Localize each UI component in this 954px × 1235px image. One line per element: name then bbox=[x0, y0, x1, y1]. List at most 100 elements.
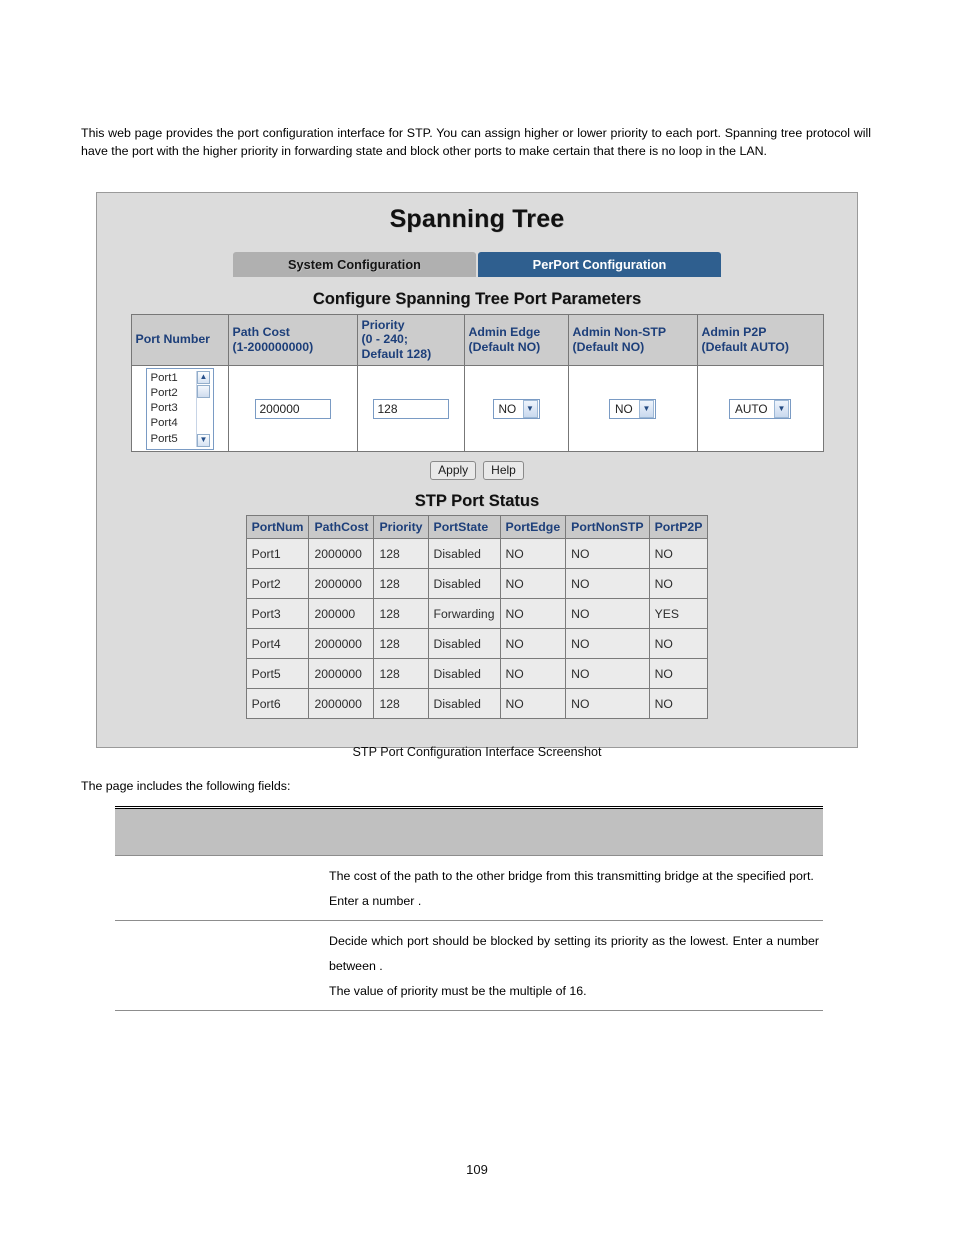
status-col-pathcost: PathCost bbox=[308, 515, 375, 540]
cell-priority: 128 bbox=[373, 628, 429, 660]
config-table-input-row: Port1 Port2 Port3 Port4 Port5 ▲ ▼ 200000… bbox=[130, 365, 824, 453]
cell-portp2p: NO bbox=[648, 628, 709, 660]
description-line: Decide which port should be blocked by s… bbox=[329, 934, 819, 973]
cell-priority: 128 bbox=[373, 568, 429, 600]
cell-portstate: Disabled bbox=[427, 568, 501, 600]
status-table-wrapper: PortNum PathCost Priority PortState Port… bbox=[97, 515, 857, 720]
help-button[interactable]: Help bbox=[483, 461, 524, 481]
chevron-down-icon[interactable]: ▼ bbox=[639, 399, 654, 418]
screenshot-figure: Spanning Tree System Configuration PerPo… bbox=[96, 192, 858, 748]
description-body: The cost of the path to the other bridge… bbox=[325, 855, 823, 921]
cell-portnonstp: NO bbox=[565, 658, 650, 690]
description-line: The value of priority must be the multip… bbox=[329, 984, 587, 998]
scroll-down-icon[interactable]: ▼ bbox=[197, 433, 210, 447]
description-row-path-cost: The cost of the path to the other bridge… bbox=[115, 855, 823, 921]
admin-non-stp-select[interactable]: NO ▼ bbox=[609, 398, 656, 419]
intro-paragraph: This web page provides the port configur… bbox=[81, 126, 871, 159]
cell-portedge: NO bbox=[499, 538, 567, 570]
cell-admin-non-stp: NO ▼ bbox=[567, 365, 698, 453]
status-section-heading: STP Port Status bbox=[414, 492, 540, 511]
admin-p2p-value: AUTO bbox=[735, 401, 768, 416]
admin-p2p-select[interactable]: AUTO ▼ bbox=[729, 398, 791, 419]
cell-portstate: Disabled bbox=[427, 538, 501, 570]
listbox-scrollbar[interactable]: ▲ ▼ bbox=[195, 370, 211, 447]
port-option-2[interactable]: Port2 bbox=[151, 386, 196, 401]
status-col-portstate: PortState bbox=[427, 515, 501, 540]
status-col-priority: Priority bbox=[373, 515, 429, 540]
status-col-portnum: PortNum bbox=[245, 515, 310, 540]
cell-portstate: Forwarding bbox=[427, 598, 501, 630]
port-option-3[interactable]: Port3 bbox=[151, 401, 196, 416]
cell-portstate: Disabled bbox=[427, 658, 501, 690]
table-row: Port5 2000000 128 Disabled NO NO NO bbox=[245, 658, 709, 690]
tab-perport-configuration[interactable]: PerPort Configuration bbox=[478, 252, 721, 277]
chevron-down-icon[interactable]: ▼ bbox=[774, 399, 789, 418]
cell-portedge: NO bbox=[499, 688, 567, 720]
page-number: 109 bbox=[466, 1162, 488, 1177]
config-section-heading: Configure Spanning Tree Port Parameters bbox=[312, 290, 642, 308]
cell-pathcost: 2000000 bbox=[308, 658, 375, 690]
description-header-row bbox=[115, 806, 823, 856]
table-row: Port1 2000000 128 Disabled NO NO NO bbox=[245, 538, 709, 570]
col-header-priority: Priority (0 - 240; Default 128) bbox=[356, 313, 465, 367]
port-number-listbox[interactable]: Port1 Port2 Port3 Port4 Port5 ▲ ▼ bbox=[145, 367, 214, 450]
cell-portnum: Port6 bbox=[245, 688, 310, 720]
cell-portnonstp: NO bbox=[565, 598, 650, 630]
status-col-portedge: PortEdge bbox=[499, 515, 567, 540]
cell-portedge: NO bbox=[499, 658, 567, 690]
path-cost-input[interactable] bbox=[254, 398, 331, 419]
admin-non-stp-value: NO bbox=[615, 401, 633, 416]
admin-edge-select[interactable]: NO ▼ bbox=[492, 398, 540, 419]
port-option-4[interactable]: Port4 bbox=[151, 416, 196, 431]
apply-button[interactable]: Apply bbox=[430, 461, 477, 481]
status-col-portnonstp: PortNonSTP bbox=[565, 515, 650, 540]
cell-priority bbox=[356, 365, 465, 453]
status-header-row: PortNum PathCost Priority PortState Port… bbox=[245, 515, 709, 540]
cell-portedge: NO bbox=[499, 628, 567, 660]
scroll-up-icon[interactable]: ▲ bbox=[197, 370, 210, 384]
figure-caption: STP Port Configuration Interface Screens… bbox=[352, 745, 602, 759]
config-table-wrapper: Port Number Path Cost (1-200000000) Prio… bbox=[97, 313, 857, 453]
cell-portp2p: YES bbox=[648, 598, 709, 630]
cell-portp2p: NO bbox=[648, 538, 709, 570]
priority-input[interactable] bbox=[372, 398, 449, 419]
cell-admin-edge: NO ▼ bbox=[463, 365, 569, 453]
col-header-admin-non-stp: Admin Non-STP (Default NO) bbox=[567, 313, 698, 367]
description-label bbox=[115, 920, 325, 1011]
cell-pathcost: 2000000 bbox=[308, 628, 375, 660]
page-title: Spanning Tree bbox=[389, 205, 565, 233]
port-option-1[interactable]: Port1 bbox=[151, 371, 196, 386]
tab-bar: System Configuration PerPort Configurati… bbox=[97, 252, 857, 277]
description-line: Enter a number . bbox=[329, 894, 422, 908]
cell-path-cost bbox=[227, 365, 358, 453]
description-label bbox=[115, 855, 325, 921]
table-row: Port3 200000 128 Forwarding NO NO YES bbox=[245, 598, 709, 630]
table-row: Port2 2000000 128 Disabled NO NO NO bbox=[245, 568, 709, 600]
col-header-port-number: Port Number bbox=[130, 313, 229, 367]
cell-pathcost: 2000000 bbox=[308, 568, 375, 600]
cell-portedge: NO bbox=[499, 598, 567, 630]
config-table-header-row: Port Number Path Cost (1-200000000) Prio… bbox=[130, 313, 824, 367]
config-table: Port Number Path Cost (1-200000000) Prio… bbox=[130, 313, 824, 453]
cell-pathcost: 200000 bbox=[308, 598, 375, 630]
chevron-down-icon[interactable]: ▼ bbox=[522, 399, 538, 418]
tab-system-configuration[interactable]: System Configuration bbox=[233, 252, 476, 277]
cell-portnonstp: NO bbox=[565, 568, 650, 600]
scrollbar-thumb[interactable] bbox=[197, 384, 210, 398]
col-header-admin-edge: Admin Edge (Default NO) bbox=[463, 313, 569, 367]
cell-portedge: NO bbox=[499, 568, 567, 600]
cell-portstate: Disabled bbox=[427, 628, 501, 660]
col-header-path-cost: Path Cost (1-200000000) bbox=[227, 313, 358, 367]
cell-portnum: Port4 bbox=[245, 628, 310, 660]
col-header-admin-p2p: Admin P2P (Default AUTO) bbox=[696, 313, 824, 367]
description-row-priority: Decide which port should be blocked by s… bbox=[115, 920, 823, 1011]
cell-priority: 128 bbox=[373, 658, 429, 690]
field-description-table: The cost of the path to the other bridge… bbox=[115, 806, 823, 1011]
form-button-row: Apply Help bbox=[97, 461, 857, 481]
status-col-portp2p: PortP2P bbox=[648, 515, 709, 540]
port-number-options[interactable]: Port1 Port2 Port3 Port4 Port5 bbox=[149, 371, 196, 447]
cell-portnonstp: NO bbox=[565, 688, 650, 720]
port-option-5[interactable]: Port5 bbox=[151, 432, 196, 447]
cell-portnum: Port2 bbox=[245, 568, 310, 600]
fields-intro-text: The page includes the following fields: bbox=[81, 779, 291, 793]
